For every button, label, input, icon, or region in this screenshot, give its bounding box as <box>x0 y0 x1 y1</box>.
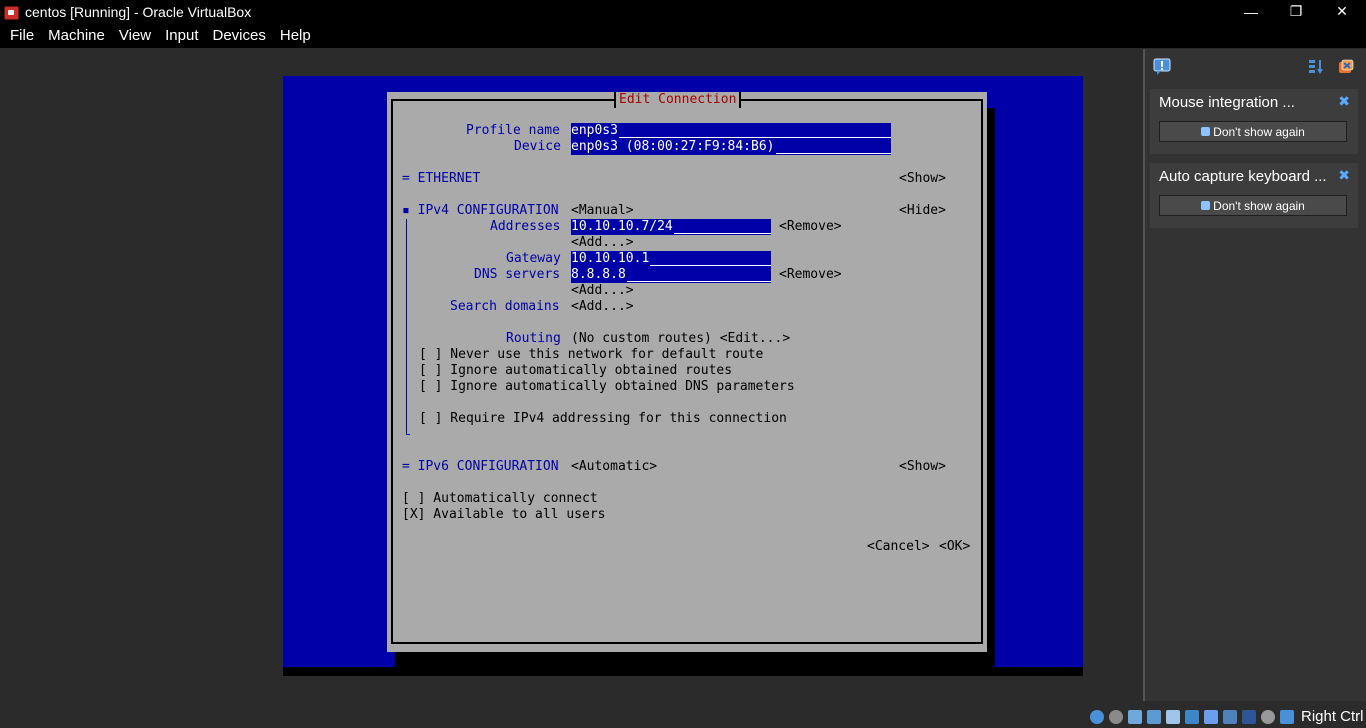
auto-connect-checkbox[interactable]: [ ] Automatically connect <box>402 491 598 507</box>
ignore-routes-checkbox[interactable]: [ ] Ignore automatically obtained routes <box>419 363 732 379</box>
search-domains-label: Search domains <box>450 299 560 314</box>
dont-show-again-button[interactable]: Don't show again <box>1159 195 1347 216</box>
address-remove-button[interactable]: <Remove> <box>779 219 842 235</box>
speaker-icon <box>1201 201 1211 210</box>
dns-add-button[interactable]: <Add...> <box>571 283 634 299</box>
status-bar: Right Ctrl <box>1090 705 1366 728</box>
minimize-button[interactable]: — <box>1228 0 1274 23</box>
menu-help[interactable]: Help <box>273 23 318 48</box>
virtualization-icon[interactable] <box>1242 709 1256 724</box>
menu-machine[interactable]: Machine <box>41 23 112 48</box>
never-default-route-checkbox[interactable]: [ ] Never use this network for default r… <box>419 347 763 363</box>
window-title: centos [Running] - Oracle VirtualBox <box>25 3 252 20</box>
all-users-checkbox[interactable]: [X] Available to all users <box>402 507 606 523</box>
profile-name-label: Profile name <box>466 123 560 138</box>
ipv4-mode-select[interactable]: <Manual> <box>571 203 634 219</box>
window-titlebar: centos [Running] - Oracle VirtualBox — ❐… <box>0 0 1366 23</box>
speaker-icon <box>1201 127 1211 136</box>
minimize-icon: — <box>1244 3 1258 20</box>
notification-center-toolbar <box>1145 49 1366 84</box>
ipv6-show-button[interactable]: <Show> <box>899 459 946 475</box>
restore-button[interactable]: ❐ <box>1273 0 1319 23</box>
keyboard-capture-icon[interactable] <box>1280 709 1294 724</box>
ignore-dns-checkbox[interactable]: [ ] Ignore automatically obtained DNS pa… <box>419 379 795 395</box>
ethernet-show-button[interactable]: <Show> <box>899 171 946 187</box>
guest-screen-bottom-band <box>283 667 1083 676</box>
dns-remove-button[interactable]: <Remove> <box>779 267 842 283</box>
ok-button[interactable]: <OK> <box>939 539 970 555</box>
audio-icon[interactable] <box>1128 709 1142 724</box>
dont-show-again-button[interactable]: Don't show again <box>1159 121 1347 142</box>
gateway-field[interactable]: 10.10.10.1 <box>571 251 771 267</box>
virtualbox-app-icon <box>3 4 19 20</box>
menu-bar: File Machine View Input Devices Help <box>0 23 1366 48</box>
address-add-button[interactable]: <Add...> <box>571 235 634 251</box>
cancel-button[interactable]: <Cancel> <box>867 539 930 555</box>
edit-connection-dialog: Edit Connection Profile name enp0s3 Devi… <box>387 92 987 652</box>
mouse-integration-icon[interactable] <box>1261 709 1275 724</box>
ipv4-section-label: ▪ IPv4 CONFIGURATION <box>402 203 559 218</box>
notification-title: Auto capture keyboard ... <box>1159 168 1327 185</box>
routing-edit-button[interactable]: (No custom routes) <Edit...> <box>571 331 790 347</box>
dns-server-field[interactable]: 8.8.8.8 <box>571 267 771 283</box>
dialog-title: Edit Connection <box>614 92 742 108</box>
close-icon[interactable]: ✖ <box>1338 167 1350 184</box>
ipv4-hide-button[interactable]: <Hide> <box>899 203 946 219</box>
addresses-label: Addresses <box>490 219 561 234</box>
sort-order-icon[interactable] <box>1307 58 1325 76</box>
ethernet-section-label: = ETHERNET <box>402 171 481 186</box>
search-domains-add-button[interactable]: <Add...> <box>571 299 634 315</box>
menu-view[interactable]: View <box>112 23 158 48</box>
dismiss-all-icon[interactable] <box>1337 58 1355 76</box>
device-label: Device <box>514 139 561 154</box>
notification-auto-capture-keyboard: Auto capture keyboard ... ✖ Don't show a… <box>1150 163 1358 228</box>
restore-icon: ❐ <box>1289 3 1303 19</box>
notification-center: Mouse integration ... ✖ Don't show again… <box>1143 49 1366 701</box>
close-icon: ✕ <box>1336 3 1348 19</box>
hard-disk-icon[interactable] <box>1090 709 1104 724</box>
notification-toggle-icon[interactable] <box>1153 58 1171 76</box>
menu-file[interactable]: File <box>0 23 41 48</box>
optical-drive-icon[interactable] <box>1109 709 1123 724</box>
require-ipv4-checkbox[interactable]: [ ] Require IPv4 addressing for this con… <box>419 411 787 427</box>
usb-icon[interactable] <box>1166 709 1180 724</box>
dns-servers-label: DNS servers <box>474 267 561 282</box>
ipv6-mode-select[interactable]: <Automatic> <box>571 459 657 475</box>
network-icon[interactable] <box>1147 709 1161 724</box>
notification-mouse-integration: Mouse integration ... ✖ Don't show again <box>1150 89 1358 154</box>
profile-name-field[interactable]: enp0s3 <box>571 123 891 139</box>
ipv4-section-rule-end <box>406 434 410 435</box>
shared-folders-icon[interactable] <box>1185 709 1199 724</box>
host-key-label: Right Ctrl <box>1301 708 1364 725</box>
device-field[interactable]: enp0s3 (08:00:27:F9:84:B6) <box>571 139 891 155</box>
gateway-label: Gateway <box>506 251 561 266</box>
recording-icon[interactable] <box>1223 709 1237 724</box>
close-icon[interactable]: ✖ <box>1338 93 1350 110</box>
close-button[interactable]: ✕ <box>1319 0 1365 23</box>
address-field[interactable]: 10.10.10.7/24 <box>571 219 771 235</box>
ipv4-section-rule <box>406 219 407 435</box>
menu-input[interactable]: Input <box>158 23 205 48</box>
routing-label: Routing <box>506 331 561 346</box>
display-icon[interactable] <box>1204 709 1218 724</box>
menu-devices[interactable]: Devices <box>206 23 273 48</box>
notification-title: Mouse integration ... <box>1159 94 1295 111</box>
ipv6-section-label: = IPv6 CONFIGURATION <box>402 459 559 474</box>
